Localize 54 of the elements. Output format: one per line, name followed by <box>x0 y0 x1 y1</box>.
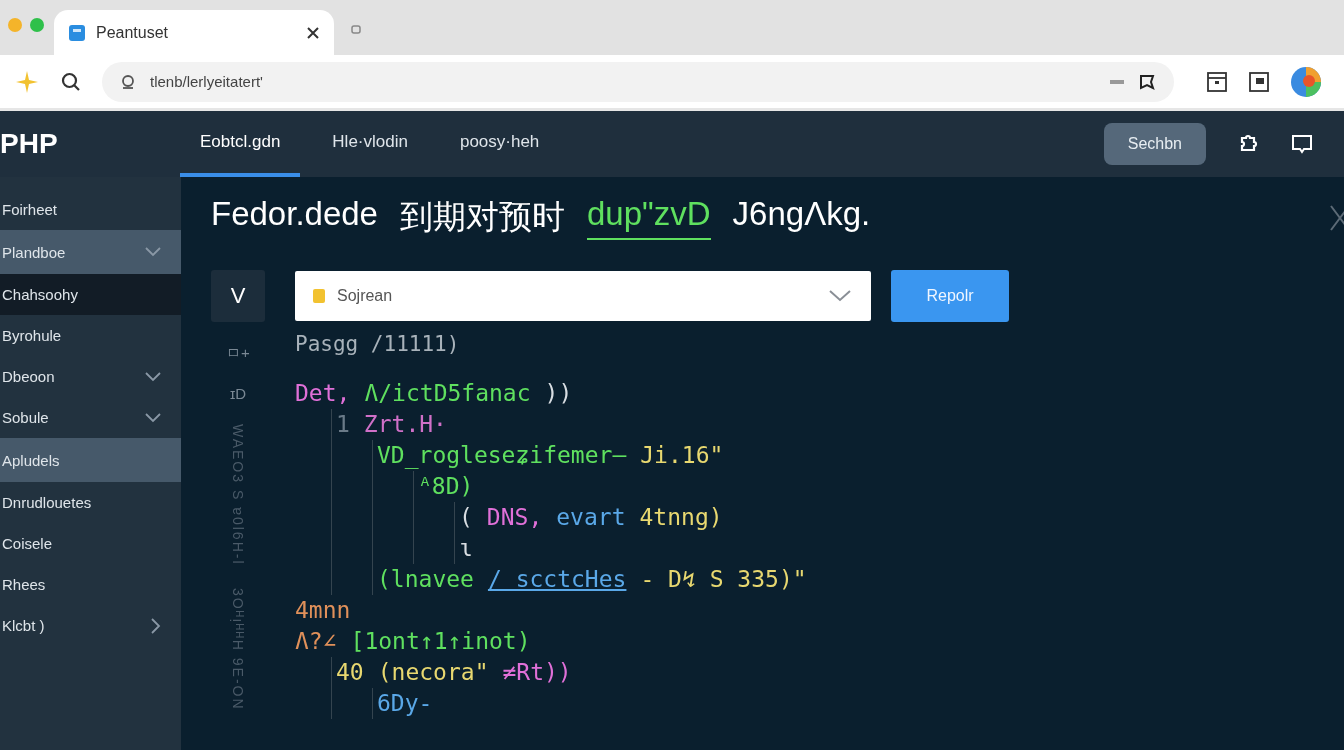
sidebar-item[interactable]: Dnrudlouetes <box>0 482 181 523</box>
tag-icon <box>313 289 325 303</box>
sidebar-item[interactable]: Apludels <box>0 438 181 482</box>
nav-tab[interactable]: Eobtcl.gdn <box>180 111 301 177</box>
title-text: J6ngɅkg. <box>732 195 871 234</box>
sidebar-item[interactable]: Klcbt ) <box>0 605 181 646</box>
search-icon[interactable] <box>60 70 82 93</box>
window-minimize-dot[interactable] <box>8 17 22 32</box>
chevron-down-icon <box>829 290 851 302</box>
code-line: Ʌ?∠ [1ont↑1↑inot) <box>295 627 532 656</box>
toggle-button[interactable]: V <box>211 270 265 322</box>
code-line: 1 Zrt.H· <box>336 410 448 439</box>
logo: PHP <box>0 128 59 160</box>
title-text: 到期对预时 <box>399 197 565 237</box>
window-maximize-dot[interactable] <box>30 17 44 32</box>
code-line: ɩ <box>459 534 474 563</box>
sidebar-item[interactable]: Sobule <box>0 397 181 438</box>
sidebar-item[interactable]: Coisele <box>0 523 181 564</box>
sidebar-item[interactable]: Dbeoon <box>0 356 181 397</box>
code-line: VD_rogleseʑifemer— Ji.16" <box>377 441 725 471</box>
address-field[interactable]: tlenb/lerlyeitatert' <box>102 61 1174 102</box>
nav-tab[interactable]: poosy·heh <box>439 111 560 177</box>
gutter-mark: WAEO3 S ɐ0l6H-l <box>230 424 246 566</box>
paging-text: Pasgg /11111) <box>295 332 461 356</box>
code-line: Det, Ʌ/ictD5fanac )) <box>295 379 574 408</box>
sidebar-item[interactable]: Rhees <box>0 564 181 605</box>
close-icon[interactable] <box>306 25 320 40</box>
profile-icon[interactable] <box>1290 65 1322 98</box>
sidebar-item[interactable]: Byrohule <box>0 315 181 356</box>
chat-icon[interactable] <box>1290 132 1314 156</box>
code-line: 4mnn <box>295 596 352 625</box>
code-line: ( DNS, evart 4tnng) <box>459 503 724 532</box>
section-button[interactable]: Sechbn <box>1103 123 1206 165</box>
gutter-mark: ɪD <box>229 385 247 402</box>
code-line: (lnavee / scctcHes - D↯ S 335)" <box>377 565 807 594</box>
code-line: 6Dy- <box>377 689 434 718</box>
code-line: 40 (necora" ≠Rt)) <box>336 658 573 687</box>
nav-tab[interactable]: Hle·vlodin <box>312 111 428 177</box>
sidebar-item[interactable]: Plandboe <box>0 230 181 274</box>
tab-icon[interactable] <box>350 23 362 36</box>
gutter-mark: 3OᴴᴉᴴᴴH 9E-ON <box>230 587 246 711</box>
sidebar-item[interactable]: Chahsoohy <box>0 274 181 315</box>
dash-icon <box>1110 78 1124 85</box>
code-line: ᴬ8D) <box>418 472 475 501</box>
gutter-mark: ㅁ+ <box>226 344 250 363</box>
select-field[interactable]: Sojrean <box>295 271 871 321</box>
page-icon <box>68 23 86 42</box>
window-icon[interactable] <box>1206 70 1228 93</box>
title-text: Fedor.dede <box>211 195 378 234</box>
bookmark-icon[interactable] <box>1138 72 1156 91</box>
browser-tab[interactable]: Peantuset <box>54 10 334 55</box>
sidebar-item[interactable]: Foirheet <box>0 189 181 230</box>
title-link[interactable]: dup"zvD <box>586 195 711 240</box>
picture-icon[interactable] <box>1248 70 1270 93</box>
